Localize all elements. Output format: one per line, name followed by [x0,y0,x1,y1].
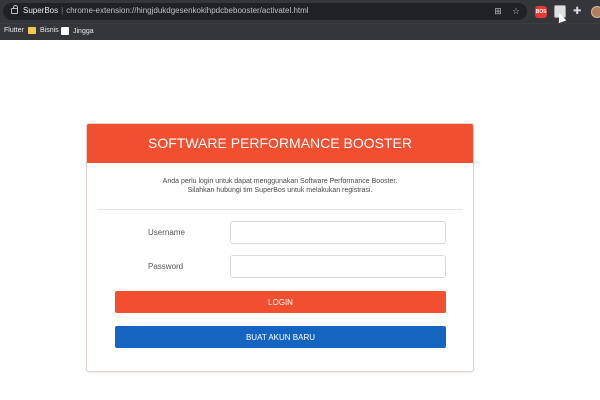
superbos-extension-icon[interactable]: BOS [535,5,547,18]
url-text[interactable]: SuperBos | chrome-extension://hingjdukdges… [23,6,309,15]
bookmark-label: Bisnis [40,27,59,34]
site-name: SuperBos [23,6,59,15]
card-title: SOFTWARE PERFORMANCE BOOSTER [87,124,473,163]
username-input[interactable] [230,221,446,244]
divider [97,209,463,210]
bookmark-flutter[interactable]: Flutter [4,27,24,34]
browser-address-bar: SuperBos | chrome-extension://hingjdukdges… [0,0,600,24]
folder-icon [28,27,36,34]
bookmarks-bar: Flutter Bisnis Jingga [0,23,600,40]
url-path: chrome-extension://hingjdukdgesenkokihpd… [66,6,309,15]
password-label: Password [148,262,184,271]
extensions-puzzle-icon[interactable]: ✚ [573,6,584,17]
create-account-button[interactable]: BUAT AKUN BARU [115,326,446,348]
login-card: SOFTWARE PERFORMANCE BOOSTER Anda perlu … [86,123,474,372]
bookmark-label: Jingga [73,27,94,35]
login-button[interactable]: LOGIN [115,291,446,313]
bookmark-jingga[interactable]: Jingga [61,27,94,35]
lock-icon[interactable] [11,5,18,14]
profile-avatar[interactable] [591,5,600,18]
password-input[interactable] [230,255,446,278]
intro-text-line2: Silahkan hubungi tim SuperBos untuk mela… [187,187,373,194]
favicon-icon [61,27,69,35]
bookmark-label: Flutter [4,27,24,34]
username-label: Username [148,228,185,237]
star-icon[interactable]: ☆ [511,6,521,16]
omnibox[interactable]: SuperBos | chrome-extension://hingjdukdges… [3,3,527,20]
intro-text-line1: Anda perlu login untuk dapat menggunakan… [162,178,398,185]
bookmark-bisnis[interactable]: Bisnis [28,27,59,34]
translate-icon[interactable]: ⊞ [493,6,503,16]
